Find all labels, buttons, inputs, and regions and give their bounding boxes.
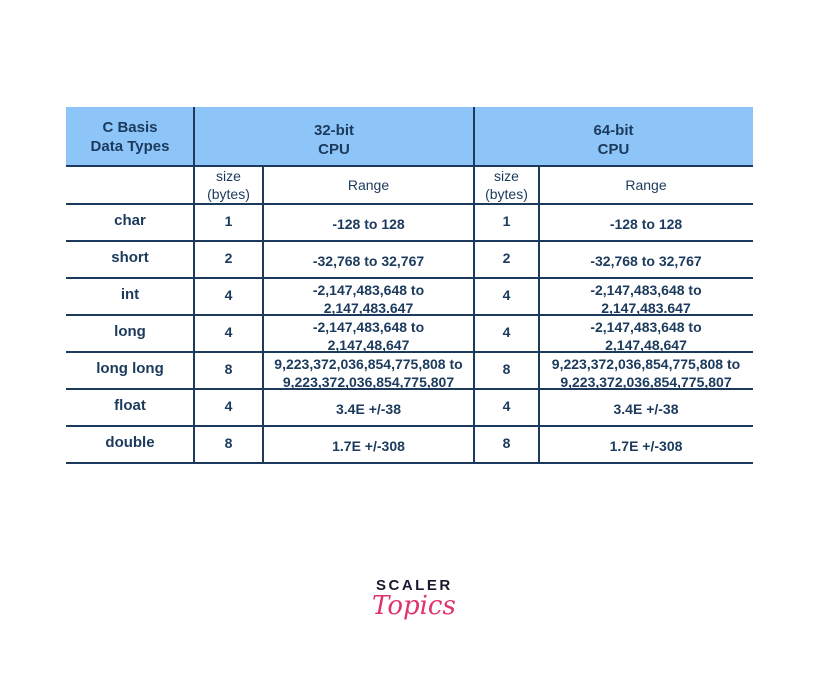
cell-range64: -32,768 to 32,767 bbox=[590, 253, 702, 269]
divider bbox=[66, 203, 753, 205]
divider bbox=[473, 107, 475, 462]
cell-range64: -2,147,483,648 to 2,147,483.647 bbox=[590, 281, 702, 316]
cell-size32: 1 bbox=[224, 213, 233, 229]
cell-size32: 8 bbox=[224, 361, 233, 377]
divider bbox=[66, 425, 753, 427]
cell-type: double bbox=[105, 434, 155, 451]
cell-size64: 1 bbox=[502, 213, 511, 229]
cell-type: char bbox=[114, 212, 146, 229]
cell-size64: 8 bbox=[502, 435, 511, 451]
cell-type: short bbox=[111, 249, 149, 266]
divider bbox=[66, 240, 753, 242]
cell-type: int bbox=[120, 286, 140, 303]
cell-range32: -128 to 128 bbox=[332, 216, 405, 232]
cell-range32: 9,223,372,036,854,775,808 to 9,223,372,0… bbox=[274, 355, 463, 390]
cell-size64: 2 bbox=[502, 250, 511, 266]
cell-range32: -2,147,483,648 to 2,147,483.647 bbox=[312, 281, 425, 316]
subheader-range-32: Range bbox=[347, 176, 390, 193]
cell-size64: 8 bbox=[502, 361, 511, 377]
header-64bit: 64-bit CPU bbox=[593, 121, 634, 158]
cell-range32: -32,768 to 32,767 bbox=[312, 253, 425, 269]
divider bbox=[262, 166, 264, 462]
cell-type: float bbox=[114, 397, 146, 414]
cell-range64: -128 to 128 bbox=[609, 216, 683, 232]
cell-range32: -2,147,483,648 to 2,147,48,647 bbox=[312, 318, 425, 353]
subheader-size-64: size (bytes) bbox=[485, 168, 528, 202]
header-32bit: 32-bit CPU bbox=[313, 121, 354, 158]
divider bbox=[193, 107, 195, 462]
cell-size32: 8 bbox=[224, 435, 233, 451]
divider bbox=[66, 277, 753, 279]
subheader-size-32: size (bytes) bbox=[207, 168, 250, 202]
cell-type: long bbox=[114, 323, 146, 340]
cell-range64: 3.4E +/-38 bbox=[613, 401, 679, 417]
cell-range64: 9,223,372,036,854,775,808 to 9,223,372,0… bbox=[551, 355, 741, 390]
cell-size32: 4 bbox=[224, 398, 233, 414]
cell-size64: 4 bbox=[502, 287, 511, 303]
divider bbox=[66, 462, 753, 464]
divider bbox=[538, 166, 540, 462]
divider bbox=[66, 388, 753, 390]
cell-size32: 2 bbox=[224, 250, 233, 266]
header-types: C Basis Data Types bbox=[90, 118, 170, 155]
cell-size32: 4 bbox=[224, 324, 233, 340]
divider bbox=[66, 314, 753, 316]
cell-range32: 1.7E +/-308 bbox=[332, 438, 405, 454]
cell-range64: -2,147,483,648 to 2,147,48,647 bbox=[590, 318, 702, 353]
divider bbox=[66, 165, 753, 167]
divider bbox=[66, 351, 753, 353]
logo-sub: Topics bbox=[372, 591, 456, 621]
subheader-range-64: Range bbox=[625, 176, 667, 193]
cell-range64: 1.7E +/-308 bbox=[609, 438, 683, 454]
cell-size64: 4 bbox=[502, 398, 511, 414]
cell-size64: 4 bbox=[502, 324, 511, 340]
cell-size32: 4 bbox=[224, 287, 233, 303]
cell-type: long long bbox=[96, 360, 164, 377]
cell-range32: 3.4E +/-38 bbox=[336, 401, 401, 417]
scaler-topics-logo: SCALER Topics bbox=[372, 577, 456, 637]
